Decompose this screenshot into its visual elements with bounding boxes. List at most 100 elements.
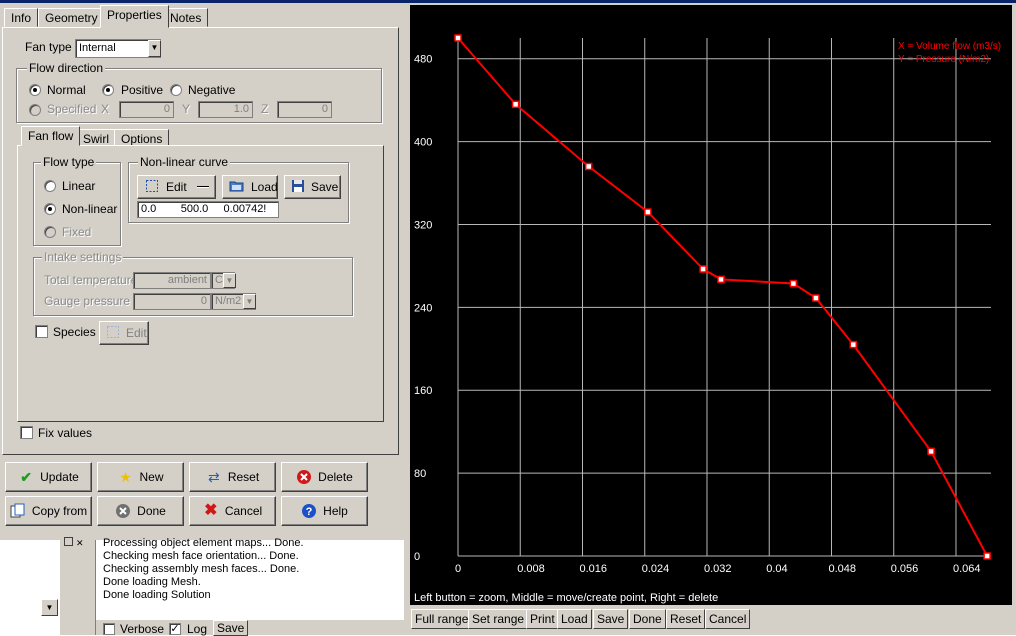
legend-y-label: Y = Pressure (N/m2) [898,54,989,65]
flow-direction-title: Flow direction [27,61,106,75]
x-field[interactable]: 0 [119,101,174,118]
verbose-checkbox[interactable] [103,623,115,635]
full-range-button[interactable]: Full range [411,609,473,629]
update-button[interactable]: ✔ Update [5,462,92,492]
curve-point[interactable] [812,294,820,302]
close-icon[interactable]: ✕ [76,538,84,548]
delete-icon [296,469,312,485]
curve-plot-canvas[interactable]: 0 0.008 0.016 0.024 0.032 0.04 0.048 0.056 0.064… [410,5,1012,605]
help-label: Help [323,504,348,518]
log-line: Checking mesh face orientation... Done. [103,550,299,562]
x-tick-label: 0.056 [891,563,919,575]
curve-values-field[interactable]: 0.0 500.0 0.00742! [137,201,279,218]
tab-geometry[interactable]: Geometry [38,8,105,27]
y-tick-label: 80 [414,468,426,480]
radio-linear-label: Linear [62,179,96,193]
flow-type-title: Flow type [41,155,97,169]
y-tick-label: 0 [414,551,420,563]
curve-point[interactable] [849,340,858,349]
radio-specified[interactable] [29,104,41,116]
log-window-controls[interactable]: ✕ [60,537,88,548]
cancel-label: Cancel [224,504,263,518]
properties-panel: Info Geometry Properties Notes Fan type … [0,0,404,537]
print-button[interactable]: Print [526,609,559,629]
cancel-button[interactable]: ✖ Cancel [189,496,276,526]
species-edit-button[interactable]: Edit [99,321,149,345]
tab-notes[interactable]: Notes [163,8,209,27]
radio-positive[interactable] [102,84,114,96]
radio-non-linear[interactable] [44,203,56,215]
reset-button[interactable]: ⇄ Reset [189,462,276,492]
tab-options[interactable]: Options [114,129,170,146]
reset-label: Reset [227,470,260,484]
help-icon: ? [301,503,317,519]
curve-point[interactable] [454,34,462,42]
curve-point[interactable] [789,279,798,288]
curve-load-label: Load [251,180,278,194]
fix-values-checkbox[interactable] [20,426,33,439]
temperature-unit-dropdown-icon[interactable]: ▼ [223,273,236,288]
log-left-pane [0,540,60,635]
plot-cancel-button[interactable]: Cancel [705,609,751,629]
nonlinear-curve-title: Non-linear curve [138,155,231,169]
log-scroll-down-icon[interactable]: ▼ [41,599,58,616]
radio-fixed[interactable] [44,226,56,238]
curve-point[interactable] [584,162,593,171]
z-field[interactable]: 0 [277,101,332,118]
restore-icon[interactable] [64,537,73,546]
svg-text:?: ? [306,506,313,518]
total-temperature-field[interactable]: ambient [133,272,211,289]
tab-properties[interactable]: Properties [100,5,169,28]
log-line: Done loading Solution [103,589,211,601]
set-range-button[interactable]: Set range [468,609,529,629]
plot-reset-button[interactable]: Reset [666,609,706,629]
curve-edit-button[interactable]: Edit [137,175,216,199]
select-region-icon [106,325,120,341]
done-button[interactable]: Done [97,496,184,526]
delete-button[interactable]: Delete [281,462,368,492]
curve-save-button[interactable]: Save [284,175,341,199]
curve-point[interactable] [644,208,652,216]
copy-from-label: Copy from [31,504,88,518]
tab-swirl[interactable]: Swirl [76,129,116,146]
new-button[interactable]: ★ New [97,462,184,492]
radio-negative[interactable] [170,84,182,96]
y-field[interactable]: 1.0 [198,101,253,118]
radio-normal-label: Normal [47,83,86,97]
x-tick-label: 0.024 [642,563,670,575]
curve-point[interactable] [983,552,991,560]
gauge-pressure-field[interactable]: 0 [133,293,211,310]
log-checkbox[interactable]: ✓ [169,623,181,635]
plot-save-button[interactable]: Save [593,609,629,629]
delete-label: Delete [318,470,353,484]
radio-linear[interactable] [44,180,56,192]
curve-point[interactable] [717,275,725,284]
curve-point[interactable] [927,447,935,456]
tab-fan-flow[interactable]: Fan flow [21,126,81,146]
intake-settings-title: Intake settings [42,250,124,264]
x-tick-label: 0.032 [704,563,732,575]
x-tick-label: 0.04 [766,563,787,575]
select-region-icon [144,179,160,195]
plot-title-bar [404,0,1016,3]
floppy-disk-icon [291,179,305,195]
radio-normal[interactable] [29,84,41,96]
help-button[interactable]: ? Help [281,496,368,526]
x-tick-label: 0.064 [953,563,981,575]
plot-done-button[interactable]: Done [629,609,666,629]
curve-point[interactable] [511,100,520,109]
tab-info[interactable]: Info [4,8,39,27]
plot-load-button[interactable]: Load [557,609,592,629]
curve-point[interactable] [699,265,707,273]
legend-x-label: X = Volume flow (m3/s) [898,41,1001,52]
fan-type-dropdown-icon[interactable]: ▼ [148,40,161,57]
fan-curve-chart[interactable]: 0 0.008 0.016 0.024 0.032 0.04 0.048 0.056 0.064… [410,5,1012,605]
copy-pages-icon [10,503,26,519]
curve-save-label: Save [311,180,339,194]
x-tick-label: 0.008 [517,563,545,575]
species-checkbox[interactable] [35,325,48,338]
curve-load-button[interactable]: Load [222,175,278,199]
log-save-button[interactable]: Save [213,620,249,636]
pressure-unit-dropdown-icon[interactable]: ▼ [243,294,256,309]
copy-from-button[interactable]: Copy from [5,496,92,526]
